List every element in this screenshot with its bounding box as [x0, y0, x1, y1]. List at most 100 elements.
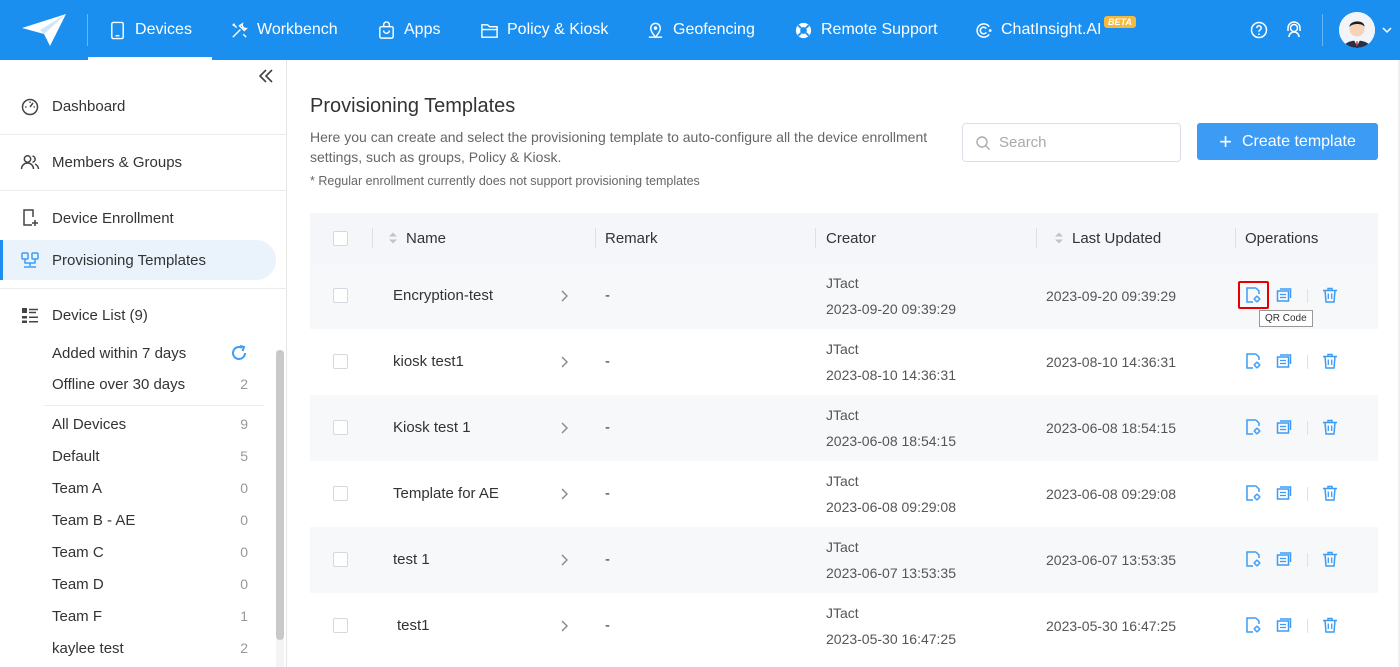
paper-plane-logo[interactable]	[20, 10, 70, 50]
select-all-checkbox[interactable]	[333, 231, 348, 246]
table-row[interactable]: test 1 - JTact 2023-06-07 13:53:35 2023-…	[310, 527, 1378, 593]
group-default[interactable]: Default 5	[52, 444, 248, 468]
qr-code-icon[interactable]	[1244, 418, 1262, 436]
sidebar-item-provisioning-templates[interactable]: Provisioning Templates	[0, 240, 276, 280]
row-checkbox[interactable]	[333, 288, 348, 303]
nav-apps[interactable]: Apps	[377, 0, 440, 60]
creator-name: JTact	[826, 539, 859, 555]
trash-icon[interactable]	[1321, 418, 1339, 436]
ai-chat-icon	[976, 22, 992, 38]
last-updated: 2023-06-07 13:53:35	[1046, 552, 1176, 568]
group-label: kaylee test	[52, 639, 124, 657]
nav-geofencing[interactable]: Geofencing	[646, 0, 755, 60]
copy-icon[interactable]	[1275, 616, 1293, 634]
table-row[interactable]: Template for AE - JTact 2023-06-08 09:29…	[310, 461, 1378, 527]
group-count: 0	[240, 544, 248, 560]
column-name[interactable]: Name	[388, 213, 446, 263]
group-team-d[interactable]: Team D 0	[52, 572, 248, 596]
chevron-right-icon[interactable]	[558, 421, 570, 435]
template-name[interactable]: Encryption-test	[393, 287, 493, 304]
collapse-sidebar-icon[interactable]	[256, 66, 276, 86]
search-box[interactable]	[962, 123, 1181, 162]
group-all-devices[interactable]: All Devices 9	[52, 412, 248, 436]
chevron-right-icon[interactable]	[558, 289, 570, 303]
trash-icon[interactable]	[1321, 550, 1339, 568]
group-team-c[interactable]: Team C 0	[52, 540, 248, 564]
help-icon[interactable]	[1249, 20, 1269, 40]
nav-remote-support[interactable]: Remote Support	[794, 0, 938, 60]
sort-icon[interactable]	[388, 231, 398, 245]
sidebar-item-device-list[interactable]: Device List (9)	[0, 295, 276, 335]
copy-icon[interactable]	[1275, 352, 1293, 370]
group-label: Team F	[52, 607, 103, 625]
qr-code-icon[interactable]	[1244, 352, 1262, 370]
sidebar-item-members-groups[interactable]: Members & Groups	[0, 142, 276, 182]
operation-divider	[1307, 289, 1308, 303]
trash-icon[interactable]	[1321, 616, 1339, 634]
table-row[interactable]: Kiosk test 1 - JTact 2023-06-08 18:54:15…	[310, 395, 1378, 461]
table-header: Name Remark Creator Last Updated Operati…	[310, 213, 1378, 263]
chevron-right-icon[interactable]	[558, 619, 570, 633]
group-added-within-7-days[interactable]: Added within 7 days	[52, 341, 248, 365]
template-name[interactable]: test 1	[393, 551, 430, 568]
group-divider	[44, 405, 264, 406]
nav-chatinsight[interactable]: ChatInsight.AI	[974, 0, 1102, 60]
trash-icon[interactable]	[1321, 352, 1339, 370]
row-checkbox[interactable]	[333, 420, 348, 435]
row-checkbox[interactable]	[333, 354, 348, 369]
trash-icon[interactable]	[1321, 484, 1339, 502]
lifebuoy-icon	[795, 22, 812, 38]
group-team-b-ae[interactable]: Team B - AE 0	[52, 508, 248, 532]
last-updated: 2023-06-08 09:29:08	[1046, 486, 1176, 502]
qr-code-icon[interactable]	[1244, 616, 1262, 634]
chevron-right-icon[interactable]	[558, 553, 570, 567]
qr-code-icon[interactable]	[1244, 484, 1262, 502]
create-template-button[interactable]: + Create template	[1197, 123, 1378, 160]
template-remark: -	[605, 419, 610, 436]
sidebar-divider	[0, 134, 287, 135]
group-label: Team D	[52, 575, 104, 593]
template-name[interactable]: Template for AE	[393, 485, 499, 502]
group-team-a[interactable]: Team A 0	[52, 476, 248, 500]
table-row[interactable]: test1 - JTact 2023-05-30 16:47:25 2023-0…	[310, 593, 1378, 659]
table-row[interactable]: kiosk test1 - JTact 2023-08-10 14:36:31 …	[310, 329, 1378, 395]
group-count: 5	[240, 448, 248, 464]
nav-devices[interactable]: Devices	[88, 0, 212, 60]
group-offline-over-30-days[interactable]: Offline over 30 days 2	[52, 372, 248, 396]
sidebar-item-dashboard[interactable]: Dashboard	[0, 86, 276, 126]
sidebar-item-label: Provisioning Templates	[52, 251, 206, 269]
nav-policy-kiosk[interactable]: Policy & Kiosk	[480, 0, 608, 60]
template-name[interactable]: kiosk test1	[393, 353, 464, 370]
refresh-icon[interactable]	[230, 344, 248, 362]
table-row[interactable]: Encryption-test - JTact 2023-09-20 09:39…	[310, 263, 1378, 329]
chevron-right-icon[interactable]	[558, 355, 570, 369]
row-checkbox[interactable]	[333, 486, 348, 501]
copy-icon[interactable]	[1275, 550, 1293, 568]
search-input[interactable]	[999, 134, 1169, 151]
copy-icon[interactable]	[1275, 484, 1293, 502]
support-agent-icon[interactable]	[1284, 20, 1304, 40]
group-label: Team B - AE	[52, 511, 136, 529]
qr-code-icon[interactable]	[1244, 550, 1262, 568]
group-count: 0	[240, 576, 248, 592]
sort-icon[interactable]	[1054, 231, 1064, 245]
template-remark: -	[605, 617, 610, 634]
sidebar-scrollbar-thumb[interactable]	[276, 350, 284, 640]
user-avatar[interactable]	[1339, 12, 1375, 48]
operation-divider	[1307, 421, 1308, 435]
group-team-f[interactable]: Team F 1	[52, 604, 248, 628]
map-pin-icon	[648, 22, 663, 38]
chevron-down-icon[interactable]	[1381, 24, 1393, 36]
template-name[interactable]: Kiosk test 1	[393, 419, 471, 436]
sidebar-item-device-enrollment[interactable]: Device Enrollment	[0, 198, 276, 238]
row-checkbox[interactable]	[333, 552, 348, 567]
template-name[interactable]: test1	[397, 617, 430, 634]
trash-icon[interactable]	[1321, 286, 1339, 304]
row-checkbox[interactable]	[333, 618, 348, 633]
nav-workbench[interactable]: Workbench	[230, 0, 338, 60]
chevron-right-icon[interactable]	[558, 487, 570, 501]
copy-icon[interactable]	[1275, 286, 1293, 304]
group-kaylee-test[interactable]: kaylee test 2	[52, 636, 248, 660]
copy-icon[interactable]	[1275, 418, 1293, 436]
column-last-updated[interactable]: Last Updated	[1054, 213, 1161, 263]
